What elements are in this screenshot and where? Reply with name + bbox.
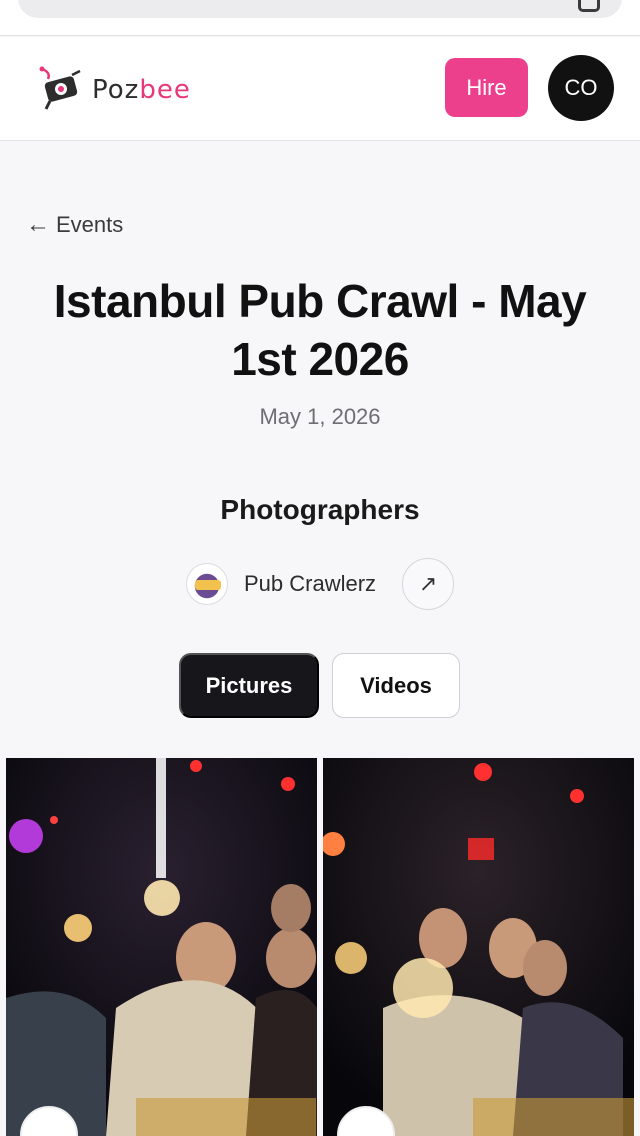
back-link-label: Events (56, 212, 124, 237)
arrow-left-icon: ← (26, 211, 50, 238)
event-title: Istanbul Pub Crawl - May 1st 2026 (53, 275, 587, 385)
pub-crawlerz-logo-icon[interactable] (186, 563, 228, 605)
tab-videos[interactable]: Videos (332, 653, 460, 718)
pozbee-logo[interactable]: Pozbee (36, 63, 191, 113)
gallery-photo[interactable] (323, 758, 634, 1136)
arrow-up-right-icon[interactable]: ↗ (402, 558, 455, 610)
event-date: May 1, 2026 (259, 404, 381, 429)
photographers-heading: Photographers (220, 494, 420, 525)
photographer-name[interactable]: Pub Crawlerz (244, 571, 376, 597)
tabs-icon[interactable] (578, 0, 600, 12)
address-bar[interactable] (18, 0, 622, 18)
gallery-photo[interactable] (6, 758, 317, 1136)
tab-pictures[interactable]: Pictures (179, 653, 319, 718)
back-to-events-link[interactable]: ← Events (26, 212, 123, 238)
site-header: Pozbee Hire CO (0, 37, 640, 141)
hire-button[interactable]: Hire (445, 58, 528, 117)
logo-text: Pozbee (92, 75, 191, 105)
user-avatar[interactable]: CO (548, 55, 614, 121)
party-photo-sparklers (6, 758, 317, 1136)
browser-toolbar (0, 0, 640, 36)
camera-bee-logo-icon (39, 66, 81, 110)
party-photo-group (323, 758, 634, 1136)
photographer-item: Pub Crawlerz ↗ (186, 558, 455, 610)
